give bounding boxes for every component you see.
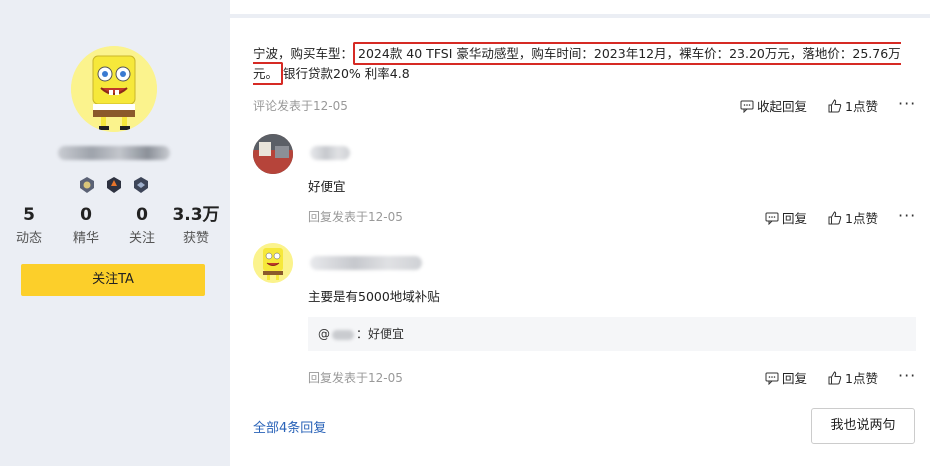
all-replies-link[interactable]: 全部4条回复 <box>253 417 326 436</box>
comment-timestamp: 评论发表于12-05 <box>253 99 348 113</box>
reply-label: 回复 <box>782 211 808 226</box>
comment-body: 宁波，购买车型： 2024款 40 TFSI 豪华动感型，购车时间：2023年12… <box>253 42 923 85</box>
more-options-icon[interactable]: ··· <box>898 368 916 384</box>
stat-value: 3.3万 <box>172 205 220 225</box>
reply-text: 主要是有5000地域补贴 <box>308 289 440 304</box>
like-button[interactable]: 1点赞 <box>828 96 878 115</box>
comment-suffix: 银行贷款20% 利率4.8 <box>283 66 410 81</box>
reply-username-blurred <box>310 256 422 270</box>
spongebob-avatar-icon <box>71 46 157 132</box>
like-button[interactable]: 1点赞 <box>828 368 878 387</box>
reply-button[interactable]: 回复 <box>765 208 807 227</box>
more-options-icon[interactable]: ··· <box>898 208 916 224</box>
like-button[interactable]: 1点赞 <box>828 208 878 227</box>
quoted-reply: @ ：好便宜 <box>308 317 916 351</box>
stat-value: 0 <box>136 205 148 225</box>
reply-avatar[interactable] <box>253 134 293 174</box>
badge-row <box>78 176 150 194</box>
thumbs-up-icon <box>828 370 842 384</box>
honor-badge-icon[interactable] <box>132 176 150 194</box>
quote-at-sign: @ <box>318 327 330 341</box>
stat-label: 精华 <box>72 231 99 246</box>
profile-avatar[interactable] <box>71 46 157 132</box>
stat-posts[interactable]: 5 动态 <box>0 204 58 250</box>
reply-timestamp: 回复发表于12-05 <box>308 210 403 224</box>
top-divider <box>230 0 930 18</box>
stat-label: 获赞 <box>182 231 209 246</box>
like-count: 1点赞 <box>845 99 878 114</box>
stat-value: 5 <box>23 205 35 225</box>
comment-icon <box>740 100 754 113</box>
reply-username-blurred <box>310 146 350 160</box>
quote-text: ：好便宜 <box>356 327 405 341</box>
write-reply-button[interactable]: 我也说两句 <box>811 408 915 444</box>
stat-label: 关注 <box>128 231 155 246</box>
collapse-replies-button[interactable]: 收起回复 <box>740 96 807 115</box>
reply-button[interactable]: 回复 <box>765 368 807 387</box>
reply-avatar[interactable] <box>253 243 293 283</box>
stat-following[interactable]: 0 关注 <box>114 204 170 250</box>
profile-panel: 5 动态 0 精华 0 关注 3.3万 获赞 关注TA <box>0 0 230 466</box>
stat-likes[interactable]: 3.3万 获赞 <box>170 204 222 250</box>
thumbs-up-icon <box>828 98 842 112</box>
thumbs-up-icon <box>828 210 842 224</box>
username-blurred <box>58 146 170 160</box>
follow-button[interactable]: 关注TA <box>21 264 205 296</box>
reply-text: 好便宜 <box>308 179 346 194</box>
like-count: 1点赞 <box>845 211 878 226</box>
comment-icon <box>765 372 779 385</box>
quoted-username-blurred <box>332 329 354 340</box>
like-count: 1点赞 <box>845 371 878 386</box>
medal-badge-icon[interactable] <box>78 176 96 194</box>
stat-featured[interactable]: 0 精华 <box>58 204 114 250</box>
comments-panel: 宁波，购买车型： 2024款 40 TFSI 豪华动感型，购车时间：2023年12… <box>230 0 930 466</box>
comment-icon <box>765 212 779 225</box>
photo-avatar-icon <box>253 134 293 174</box>
spongebob-avatar-icon <box>253 243 293 283</box>
stat-value: 0 <box>80 205 92 225</box>
level-badge-icon[interactable] <box>105 176 123 194</box>
comment-prefix: 宁波，购买车型： <box>253 46 354 61</box>
collapse-replies-label: 收起回复 <box>757 99 808 114</box>
reply-timestamp: 回复发表于12-05 <box>308 371 403 385</box>
stat-label: 动态 <box>15 231 42 246</box>
reply-label: 回复 <box>782 371 808 386</box>
stats-row: 5 动态 0 精华 0 关注 3.3万 获赞 <box>0 204 230 250</box>
more-options-icon[interactable]: ··· <box>898 96 916 112</box>
